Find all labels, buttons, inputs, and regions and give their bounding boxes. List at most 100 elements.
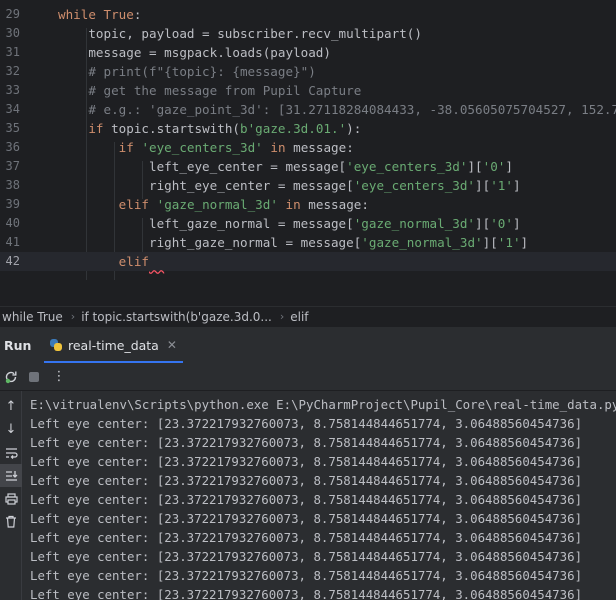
- console-command-line: E:\vitrualenv\Scripts\python.exe E:\PyCh…: [30, 397, 616, 412]
- stop-icon[interactable]: [24, 367, 44, 387]
- line-number: 36: [5, 140, 20, 154]
- breadcrumb: while True › if topic.startswith(b'gaze.…: [0, 306, 616, 326]
- code-token: 'gaze_normal_3d': [361, 235, 483, 250]
- code-text: message = msgpack.loads(payload): [58, 43, 331, 62]
- code-token: right_gaze_normal = message[: [58, 235, 362, 250]
- code-token: 'gaze_normal_3d': [156, 197, 278, 212]
- line-number: 42: [5, 254, 20, 268]
- console-output-line: Left eye center: [23.372217932760073, 8.…: [30, 416, 583, 431]
- code-text: if 'eye_centers_3d' in message:: [58, 138, 354, 157]
- code-token: '1': [497, 235, 521, 250]
- console-output-line: Left eye center: [23.372217932760073, 8.…: [30, 492, 583, 507]
- code-token: while: [58, 7, 96, 22]
- breadcrumb-item-elif[interactable]: elif: [288, 310, 312, 324]
- code-line[interactable]: 40 left_gaze_normal = message['gaze_norm…: [0, 214, 616, 233]
- code-token: in: [270, 140, 286, 155]
- code-token: ):: [346, 121, 362, 136]
- code-line[interactable]: 32 # print(f"{topic}: {message}"): [0, 62, 616, 81]
- rerun-icon[interactable]: [1, 367, 21, 387]
- code-line[interactable]: 33 # get the message from Pupil Capture: [0, 81, 616, 100]
- code-text: right_gaze_normal = message['gaze_normal…: [58, 233, 528, 252]
- code-token: message = msgpack.loads(payload): [58, 45, 331, 60]
- code-text: while True:: [58, 5, 141, 24]
- code-token: ][: [475, 216, 491, 231]
- code-token: 'eye_centers_3d': [141, 140, 263, 155]
- console-output[interactable]: E:\vitrualenv\Scripts\python.exe E:\PyCh…: [30, 395, 616, 600]
- code-token: '0': [490, 216, 513, 231]
- code-line[interactable]: 42 elif: [0, 252, 616, 271]
- code-token: in: [285, 197, 301, 212]
- scroll-to-end-icon[interactable]: [0, 464, 22, 487]
- soft-wrap-icon[interactable]: [0, 441, 22, 464]
- line-number: 30: [5, 26, 20, 40]
- code-line[interactable]: 41 right_gaze_normal = message['gaze_nor…: [0, 233, 616, 252]
- code-token: :: [133, 7, 142, 22]
- tab-label: real-time_data: [68, 337, 159, 353]
- chevron-right-icon: ›: [279, 310, 285, 323]
- console-output-line: Left eye center: [23.372217932760073, 8.…: [30, 549, 583, 564]
- console-output-line: Left eye center: [23.372217932760073, 8.…: [30, 473, 583, 488]
- console-output-line: Left eye center: [23.372217932760073, 8.…: [30, 435, 583, 450]
- console-output-line: Left eye center: [23.372217932760073, 8.…: [30, 587, 583, 600]
- code-line[interactable]: 35 if topic.startswith(b'gaze.3d.01.'):: [0, 119, 616, 138]
- python-file-icon: [50, 339, 62, 351]
- code-token: message:: [285, 140, 354, 155]
- code-token: left_gaze_normal = message[: [58, 216, 354, 231]
- code-line[interactable]: 36 if 'eye_centers_3d' in message:: [0, 138, 616, 157]
- code-line[interactable]: 31 message = msgpack.loads(payload): [0, 43, 616, 62]
- line-number: 33: [5, 83, 20, 97]
- code-text: elif: [58, 252, 164, 271]
- code-editor[interactable]: 29 while True: 30 topic, payload = subscri…: [0, 0, 616, 306]
- code-token: ]: [505, 159, 513, 174]
- code-token: ][: [482, 235, 498, 250]
- line-number: 39: [5, 197, 20, 211]
- breadcrumb-item-while[interactable]: while True: [0, 310, 67, 324]
- code-token: # e.g.: 'gaze_point_3d': [31.27118284084…: [58, 102, 616, 117]
- breadcrumb-item-if[interactable]: if topic.startswith(b'gaze.3d.0...: [79, 310, 276, 324]
- code-token: # print(f"{topic}: {message}"): [58, 64, 316, 79]
- console-output-line: Left eye center: [23.372217932760073, 8.…: [30, 454, 583, 469]
- run-tool-window: Run real-time_data ✕ ⋮ ↑ ↓ E:\vitrualenv…: [0, 326, 616, 600]
- console-output-line: Left eye center: [23.372217932760073, 8.…: [30, 530, 583, 545]
- code-line[interactable]: 34 # e.g.: 'gaze_point_3d': [31.27118284…: [0, 100, 616, 119]
- line-number: 35: [5, 121, 20, 135]
- line-number: 32: [5, 64, 20, 78]
- code-token: if: [118, 140, 134, 155]
- close-icon[interactable]: ✕: [167, 338, 177, 352]
- code-line[interactable]: 38 right_eye_center = message['eye_cente…: [0, 176, 616, 195]
- code-token: 'gaze_normal_3d': [353, 216, 476, 231]
- console-output-line: Left eye center: [23.372217932760073, 8.…: [30, 511, 583, 526]
- code-token: ]: [512, 178, 521, 193]
- code-line[interactable]: 30 topic, payload = subscriber.recv_mult…: [0, 24, 616, 43]
- code-token: # get the message from Pupil Capture: [58, 83, 362, 98]
- print-icon[interactable]: [0, 487, 22, 510]
- code-token: right_eye_center = message[: [58, 178, 354, 193]
- code-line[interactable]: 37 left_eye_center = message['eye_center…: [0, 157, 616, 176]
- scroll-down-icon[interactable]: ↓: [0, 418, 22, 441]
- trash-icon[interactable]: [0, 510, 22, 533]
- code-token: 'eye_centers_3d': [346, 159, 468, 174]
- code-token: ]: [520, 235, 529, 250]
- scroll-up-icon[interactable]: ↑: [0, 395, 22, 418]
- tab-real-time-data[interactable]: real-time_data ✕: [44, 327, 183, 363]
- code-token: topic, payload = subscriber.recv_multipa…: [58, 26, 422, 41]
- code-line[interactable]: 29 while True:: [0, 5, 616, 24]
- code-line[interactable]: 39 elif 'gaze_normal_3d' in message:: [0, 195, 616, 214]
- line-number: 31: [5, 45, 20, 59]
- code-token: True: [103, 7, 134, 22]
- code-text: topic, payload = subscriber.recv_multipa…: [58, 24, 422, 43]
- code-token: elif: [118, 254, 150, 269]
- code-text: left_eye_center = message['eye_centers_3…: [58, 157, 513, 176]
- run-window-title: Run: [4, 337, 32, 353]
- code-text: # print(f"{topic}: {message}"): [58, 62, 316, 81]
- run-toolbar: ⋮: [0, 363, 616, 391]
- code-text: if topic.startswith(b'gaze.3d.01.'):: [58, 119, 361, 138]
- more-options-icon[interactable]: ⋮: [49, 367, 69, 387]
